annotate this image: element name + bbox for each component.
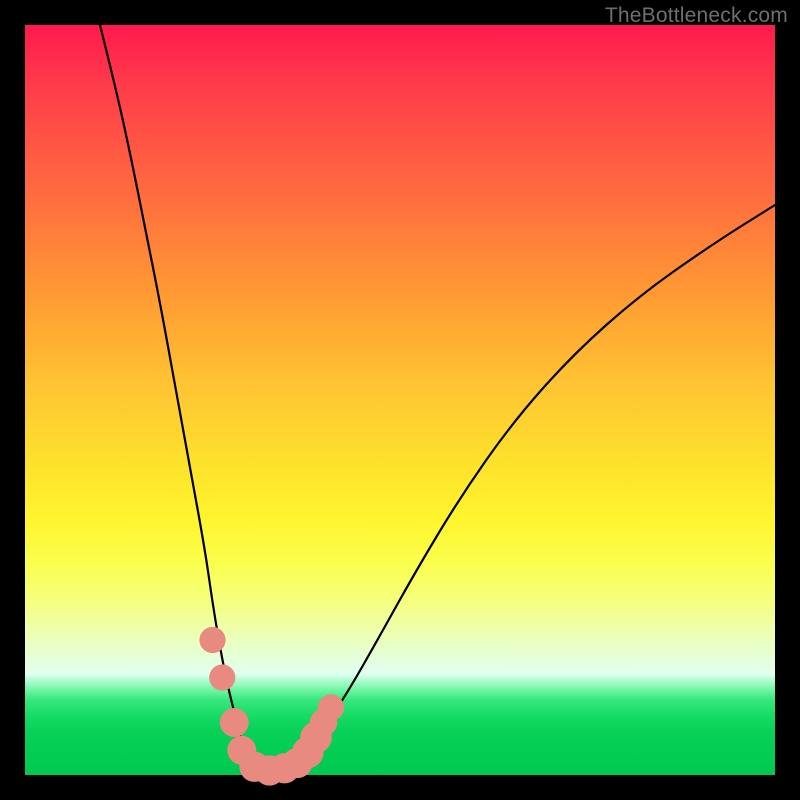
bottleneck-curve (100, 25, 775, 770)
plot-area (25, 25, 775, 775)
marker-dot (209, 664, 235, 690)
marker-dot (220, 708, 249, 737)
marker-dot (318, 694, 344, 720)
watermark-text: TheBottleneck.com (605, 4, 788, 28)
outer-frame: TheBottleneck.com (0, 0, 800, 800)
curve-svg (25, 25, 775, 775)
marker-dot (199, 627, 225, 653)
